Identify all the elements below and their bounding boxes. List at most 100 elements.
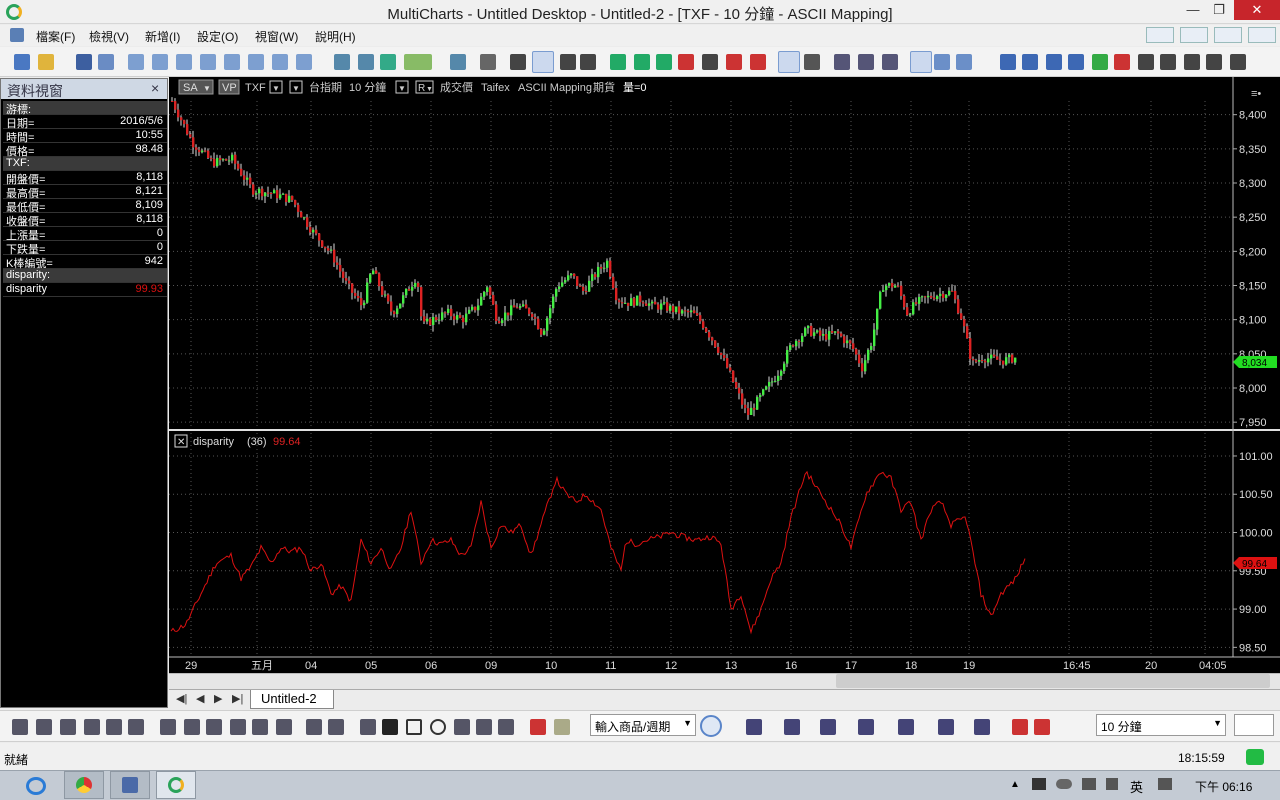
tray-volume-icon[interactable] xyxy=(1106,778,1118,790)
expand-vertical-icon[interactable] xyxy=(1068,54,1084,70)
arc-icon[interactable] xyxy=(454,719,470,735)
session-icon[interactable] xyxy=(1012,719,1028,735)
calendar-icon[interactable] xyxy=(974,719,990,735)
extra-input[interactable] xyxy=(1234,714,1274,736)
ohlc-bar-icon[interactable] xyxy=(510,54,526,70)
indicator-insert-icon[interactable] xyxy=(334,54,350,70)
chart-canvas[interactable]: SA ▼ VP TXF ▼ ▼ 台指期 10 分鐘 ▼ R ▼ 成交價 Taif… xyxy=(169,77,1280,673)
ruler-icon[interactable] xyxy=(306,719,322,735)
arrow-up-icon[interactable] xyxy=(498,719,514,735)
renko-icon[interactable] xyxy=(656,54,672,70)
data-window-icon[interactable] xyxy=(934,54,950,70)
point-figure-icon[interactable] xyxy=(678,54,694,70)
left-shift-icon[interactable] xyxy=(1138,54,1154,70)
mdi-close-button[interactable] xyxy=(1248,27,1276,43)
mdi-restore-button[interactable] xyxy=(1146,27,1174,43)
interval-select[interactable]: 10 分鐘 ▼ xyxy=(1096,714,1226,736)
tick-icon[interactable] xyxy=(702,54,718,70)
exit-icon[interactable] xyxy=(1034,719,1050,735)
menu-view[interactable]: 檢視(V) xyxy=(89,28,129,45)
ray-icon[interactable] xyxy=(36,719,52,735)
line-on-close-icon[interactable] xyxy=(580,54,596,70)
menu-help[interactable]: 說明(H) xyxy=(315,28,356,45)
restore-button[interactable]: ❐ xyxy=(1204,0,1234,20)
grid-icon[interactable] xyxy=(328,719,344,735)
tray-monitor-icon[interactable] xyxy=(1032,778,1046,790)
range-icon[interactable] xyxy=(726,54,742,70)
zoom-out-icon[interactable] xyxy=(882,54,898,70)
mdi-maximize-button[interactable] xyxy=(1214,27,1242,43)
open-folder-icon[interactable] xyxy=(38,54,54,70)
export-icon[interactable] xyxy=(98,54,114,70)
scroll-left-icon[interactable] xyxy=(1022,54,1038,70)
fib-fan-icon[interactable] xyxy=(184,719,200,735)
select-cursor-icon[interactable] xyxy=(778,51,800,73)
zoom-in-icon[interactable] xyxy=(858,54,874,70)
menu-file[interactable]: 檔案(F) xyxy=(36,28,75,45)
next-sheet-icon[interactable]: ▶ xyxy=(214,692,222,705)
range-chart-icon[interactable] xyxy=(820,719,836,735)
order-icon[interactable] xyxy=(272,54,288,70)
rectangle-icon[interactable] xyxy=(406,719,422,735)
menu-window[interactable]: 視窗(W) xyxy=(255,28,298,45)
format-icon[interactable] xyxy=(480,54,496,70)
cycle-icon[interactable] xyxy=(252,719,268,735)
doc-icon[interactable] xyxy=(10,28,24,42)
scroll-left-end-icon[interactable] xyxy=(1000,54,1016,70)
first-sheet-icon[interactable]: ◀| xyxy=(176,692,187,705)
money-icon[interactable] xyxy=(858,719,874,735)
optimize-icon[interactable] xyxy=(248,54,264,70)
magnet-icon[interactable] xyxy=(530,719,546,735)
speed-lines-icon[interactable] xyxy=(276,719,292,735)
gann-icon[interactable] xyxy=(230,719,246,735)
pnf-icon[interactable] xyxy=(610,54,626,70)
heikin-icon[interactable] xyxy=(750,54,766,70)
parallel-icon[interactable] xyxy=(106,719,122,735)
trendline-icon[interactable] xyxy=(12,719,28,735)
scrollbar-thumb[interactable] xyxy=(836,674,1270,688)
apply-icon[interactable] xyxy=(700,715,722,737)
vertical-line-icon[interactable] xyxy=(60,719,76,735)
text-icon[interactable] xyxy=(382,719,398,735)
scanner-icon[interactable] xyxy=(152,54,168,70)
hourglass-icon[interactable] xyxy=(1046,54,1062,70)
menu-settings[interactable]: 設定(O) xyxy=(197,28,238,45)
portfolio-icon[interactable] xyxy=(200,54,216,70)
tray-network-icon[interactable] xyxy=(1082,778,1096,790)
right-shift-icon[interactable] xyxy=(1160,54,1176,70)
sync-icon[interactable] xyxy=(450,54,466,70)
chart-window[interactable]: SA ▼ VP TXF ▼ ▼ 台指期 10 分鐘 ▼ R ▼ 成交價 Taif… xyxy=(169,77,1280,689)
tray-up-icon[interactable]: ▲ xyxy=(1010,779,1020,790)
fib-ext-icon[interactable] xyxy=(206,719,222,735)
dom-icon[interactable] xyxy=(176,54,192,70)
up-arrow-icon[interactable] xyxy=(1092,54,1108,70)
volume-icon[interactable] xyxy=(784,719,800,735)
strategy-icon[interactable] xyxy=(358,54,374,70)
channel-icon[interactable] xyxy=(84,719,100,735)
ellipse-icon[interactable] xyxy=(430,719,446,735)
tray-keyboard-icon[interactable] xyxy=(1158,778,1172,790)
prev-sheet-icon[interactable]: ◀ xyxy=(196,692,204,705)
close-button[interactable]: ✕ xyxy=(1234,0,1280,20)
pitchfork-icon[interactable] xyxy=(128,719,144,735)
mdi-minimize-button[interactable] xyxy=(1180,27,1208,43)
text-note-icon[interactable] xyxy=(834,54,850,70)
ie-icon[interactable] xyxy=(26,777,46,795)
text-list-icon[interactable] xyxy=(360,719,376,735)
clock-icon[interactable] xyxy=(938,719,954,735)
tray-cloud-icon[interactable] xyxy=(1056,779,1072,789)
alert-icon[interactable] xyxy=(296,54,312,70)
fib-retracement-icon[interactable] xyxy=(160,719,176,735)
status-line-icon[interactable] xyxy=(910,51,932,73)
expand-icon[interactable] xyxy=(1206,54,1222,70)
compress-icon[interactable] xyxy=(1184,54,1200,70)
close-icon[interactable]: × xyxy=(151,80,159,96)
kagi-icon[interactable] xyxy=(634,54,650,70)
symbol-interval-select[interactable]: 輸入商品/週期 ▼ xyxy=(590,714,696,736)
arrow-down-icon[interactable] xyxy=(476,719,492,735)
screenshot-icon[interactable] xyxy=(956,54,972,70)
signal-icon[interactable] xyxy=(380,54,396,70)
down-arrow-icon[interactable] xyxy=(1114,54,1130,70)
save-icon[interactable] xyxy=(76,54,92,70)
new-chart-icon[interactable] xyxy=(14,54,30,70)
